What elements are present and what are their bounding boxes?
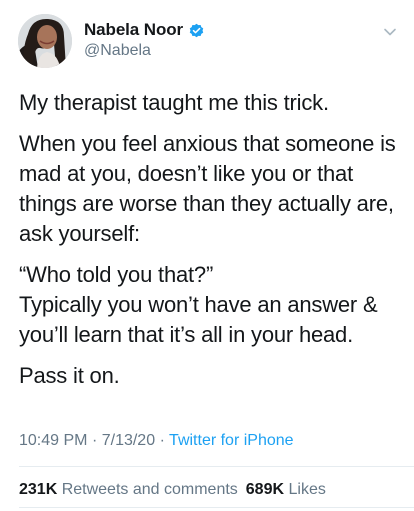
author-display-name[interactable]: Nabela Noor <box>84 20 183 40</box>
tweet-paragraph: Pass it on. <box>19 363 120 388</box>
tweet-source-link[interactable]: Twitter for iPhone <box>169 432 294 449</box>
meta-separator: · <box>91 432 98 449</box>
tweet-metadata: 10:49 PM · 7/13/20 · Twitter for iPhone <box>19 432 294 450</box>
tweet-paragraph: “Who told you that?” <box>19 262 214 287</box>
tweet-time[interactable]: 10:49 PM <box>19 432 87 449</box>
chevron-down-icon[interactable] <box>382 24 398 40</box>
meta-separator: · <box>159 432 165 449</box>
tweet-text: My therapist taught me this trick. When … <box>19 88 397 402</box>
tweet-date[interactable]: 7/13/20 <box>102 432 155 449</box>
likes-label: Likes <box>288 481 326 498</box>
tweet-detail: Nabela Noor @Nabela My therapist taught … <box>0 0 414 511</box>
likes-count: 689K <box>245 481 285 498</box>
engagement-stats: 231K Retweets and comments 689K Likes <box>19 481 326 499</box>
retweets-label: Retweets and comments <box>61 481 238 498</box>
avatar[interactable] <box>18 14 72 68</box>
retweets-count: 231K <box>19 481 58 498</box>
tweet-paragraph: When you feel anxious that someone is ma… <box>19 131 396 246</box>
tweet-paragraph: Typically you won’t have an answer & you… <box>19 292 378 347</box>
retweets-stat[interactable]: 231K Retweets and comments <box>19 481 238 498</box>
tweet-paragraph: My therapist taught me this trick. <box>19 90 329 115</box>
divider <box>19 466 414 467</box>
divider <box>19 507 414 508</box>
likes-stat[interactable]: 689K Likes <box>246 481 326 498</box>
author-handle[interactable]: @Nabela <box>84 42 151 60</box>
author-name-row: Nabela Noor <box>84 20 205 40</box>
verified-badge-icon <box>188 22 205 39</box>
